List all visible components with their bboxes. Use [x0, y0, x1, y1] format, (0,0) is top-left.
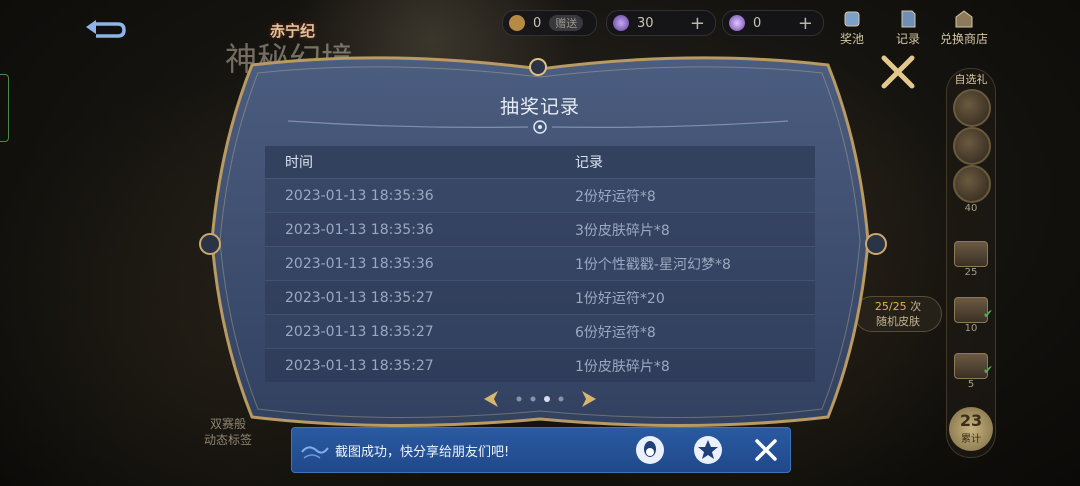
crystal-icon	[729, 15, 745, 31]
pagination	[484, 391, 596, 407]
dialog-title: 抽奖记录	[499, 96, 580, 118]
qzone-share-icon[interactable]	[693, 435, 723, 465]
prize-pool-icon	[844, 11, 860, 27]
nav-shop[interactable]: 兑换商店	[940, 8, 988, 47]
gift-tag[interactable]: 赠送	[549, 15, 584, 31]
shop-icon	[955, 10, 973, 28]
table-row: 2023-01-13 18:35:36 1份个性戳戳-星河幻梦*8	[265, 246, 815, 280]
record-icon	[901, 10, 916, 28]
check-icon: ✔	[983, 363, 994, 377]
add-diamond-button[interactable]: +	[690, 13, 705, 34]
prev-page-icon[interactable]	[484, 391, 498, 407]
check-icon: ✔	[983, 307, 994, 321]
table-row: 2023-01-13 18:35:27 1份皮肤碎片*8	[265, 348, 815, 382]
column-header-record: 记录	[575, 155, 603, 171]
table-header: 时间 记录	[265, 146, 815, 178]
reward-chest[interactable]	[954, 241, 988, 267]
table-row: 2023-01-13 18:35:36 2份好运符*8	[265, 178, 815, 212]
toast-message: 截图成功，快分享给朋友们吧!	[335, 445, 510, 460]
token-icon	[509, 15, 525, 31]
table-body: 2023-01-13 18:35:36 2份好运符*8 2023-01-13 18…	[265, 178, 815, 382]
diamond-icon	[613, 15, 629, 31]
add-crystal-button[interactable]: +	[798, 13, 813, 34]
page-dot[interactable]	[516, 396, 522, 402]
page-dot-active[interactable]	[544, 396, 550, 402]
token-value: 0	[533, 15, 542, 31]
currency-crystal: 0 +	[722, 10, 824, 36]
close-toast-icon[interactable]	[751, 435, 781, 465]
back-arrow-icon[interactable]	[82, 14, 126, 40]
qq-share-icon[interactable]	[635, 435, 665, 465]
swirl-icon	[301, 446, 329, 459]
column-header-time: 时间	[285, 155, 313, 171]
reward-avatar[interactable]	[953, 127, 991, 165]
nav-record[interactable]: 记录	[896, 8, 920, 47]
page-dot[interactable]	[530, 396, 536, 402]
screenshot-share-toast: 截图成功，快分享给朋友们吧!	[291, 427, 791, 473]
table-row: 2023-01-13 18:35:36 3份皮肤碎片*8	[265, 212, 815, 246]
currency-token: 0 赠送	[502, 10, 597, 36]
diamond-value: 30	[637, 15, 654, 31]
page-dot[interactable]	[558, 396, 564, 402]
crystal-value: 0	[753, 15, 762, 31]
reward-rail: 自选礼 40 25 ✔ 10 ✔ 5 23 累计	[946, 68, 996, 458]
currency-diamond: 30 +	[606, 10, 716, 36]
total-count-badge: 23 累计	[949, 407, 993, 451]
table-row: 2023-01-13 18:35:27 1份好运符*20	[265, 280, 815, 314]
nav-prize-pool[interactable]: 奖池	[840, 8, 864, 47]
table-row: 2023-01-13 18:35:27 6份好运符*8	[265, 314, 815, 348]
reward-avatar[interactable]	[953, 165, 991, 203]
record-table: 时间 记录 2023-01-13 18:35:36 2份好运符*8 2023-01…	[265, 146, 815, 382]
next-page-icon[interactable]	[582, 391, 596, 407]
